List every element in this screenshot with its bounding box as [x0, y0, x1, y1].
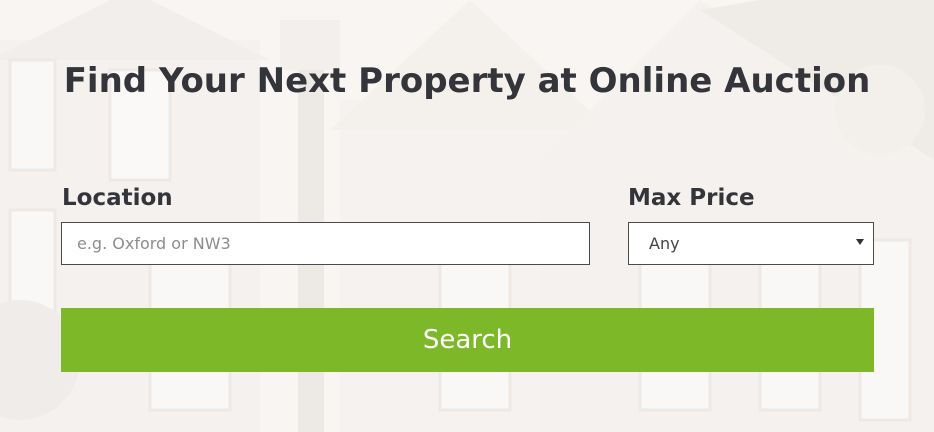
location-input[interactable] [61, 222, 590, 265]
hero-section: Find Your Next Property at Online Auctio… [0, 0, 934, 432]
search-button[interactable]: Search [61, 308, 874, 372]
max-price-select[interactable]: Any [628, 222, 874, 265]
max-price-selected-value: Any [649, 234, 680, 253]
search-panel: Find Your Next Property at Online Auctio… [0, 0, 934, 432]
page-title: Find Your Next Property at Online Auctio… [63, 61, 871, 101]
max-price-label: Max Price [628, 185, 755, 211]
location-label: Location [62, 185, 173, 211]
chevron-down-icon [856, 239, 864, 245]
